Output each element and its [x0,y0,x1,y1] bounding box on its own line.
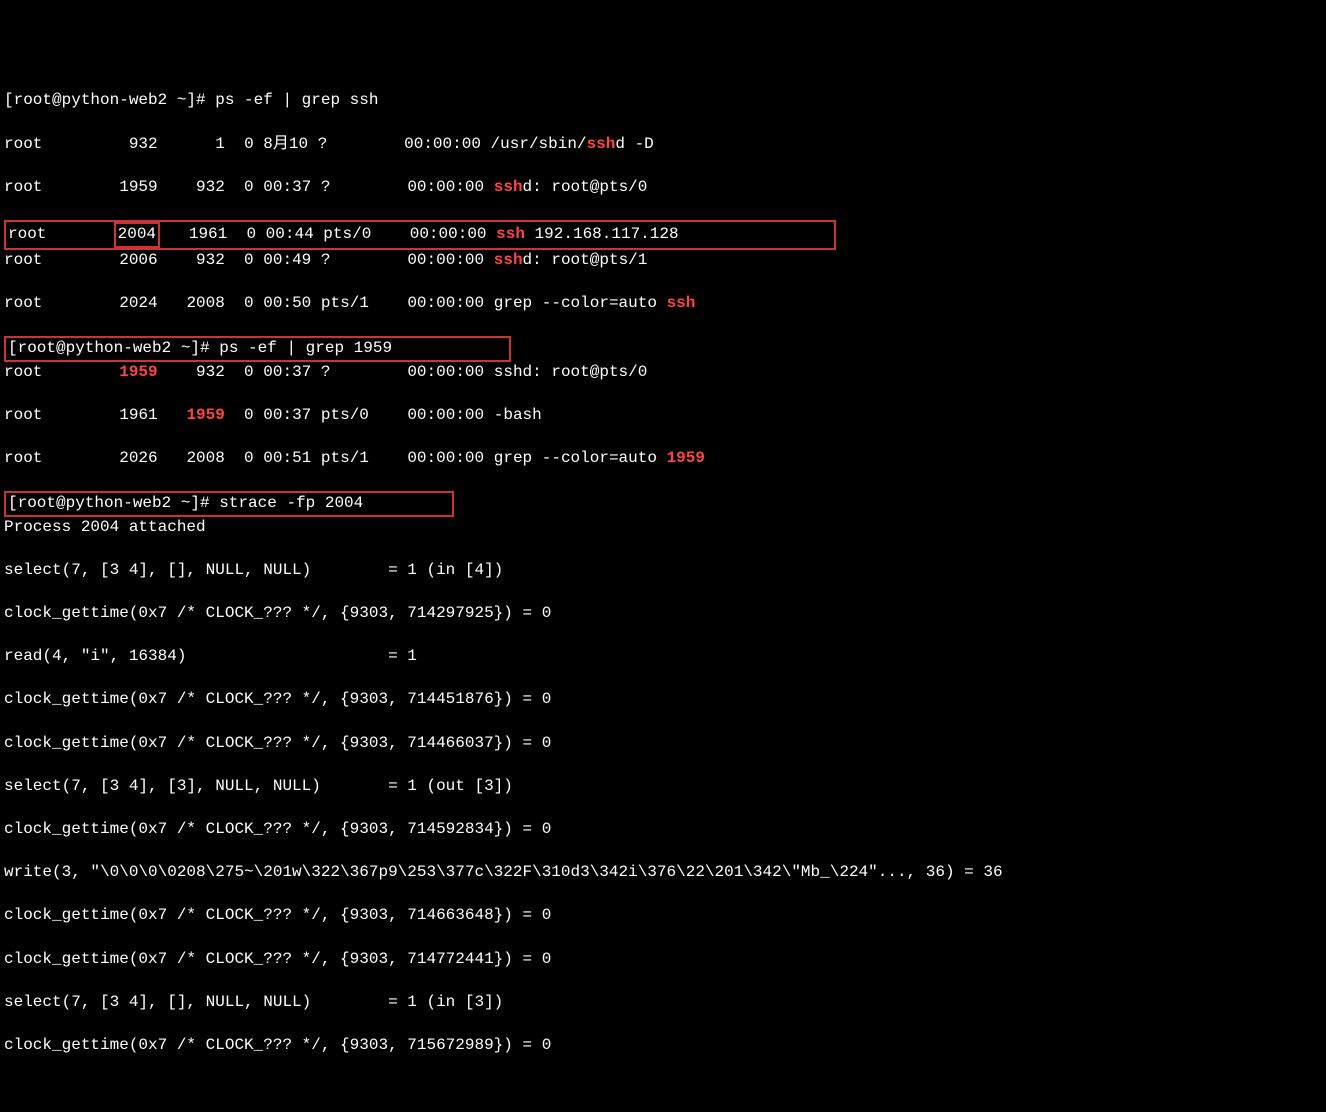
highlighted-command: [root@python-web2 ~]# strace -fp 2004 [4,491,454,517]
strace-output: clock_gettime(0x7 /* CLOCK_??? */, {9303… [4,603,1322,625]
prompt-line-1[interactable]: [root@python-web2 ~]# ps -ef | grep ssh [4,90,1322,112]
command-text: strace -fp 2004 [219,494,363,512]
strace-output: read(4, "i", 16384) = 1 [4,646,1322,668]
strace-output: clock_gettime(0x7 /* CLOCK_??? */, {9303… [4,819,1322,841]
highlighted-command: [root@python-web2 ~]# ps -ef | grep 1959 [4,336,511,362]
strace-output: select(7, [3 4], [], NULL, NULL) = 1 (in… [4,992,1322,1014]
match-highlight: ssh [496,225,525,243]
shell-prompt: [root@python-web2 ~]# [8,494,219,512]
ps-row: root 1959 932 0 00:37 ? 00:00:00 sshd: r… [4,362,1322,384]
ps-row: root 2006 932 0 00:49 ? 00:00:00 sshd: r… [4,250,1322,272]
match-highlight: 1959 [119,363,157,381]
match-highlight: 1959 [667,449,705,467]
match-highlight: ssh [494,251,523,269]
strace-output: clock_gettime(0x7 /* CLOCK_??? */, {9303… [4,1035,1322,1057]
match-highlight: ssh [587,135,616,153]
strace-output: clock_gettime(0x7 /* CLOCK_??? */, {9303… [4,905,1322,927]
strace-output: clock_gettime(0x7 /* CLOCK_??? */, {9303… [4,949,1322,971]
ps-row: root 932 1 0 8月10 ? 00:00:00 /usr/sbin/s… [4,134,1322,156]
match-highlight: ssh [667,294,696,312]
ps-row: root 1959 932 0 00:37 ? 00:00:00 sshd: r… [4,177,1322,199]
ps-row: root 1961 1959 0 00:37 pts/0 00:00:00 -b… [4,405,1322,427]
strace-output: clock_gettime(0x7 /* CLOCK_??? */, {9303… [4,733,1322,755]
command-text: ps -ef | grep 1959 [219,339,392,357]
shell-prompt: [root@python-web2 ~]# [4,91,215,109]
ps-row: root 2024 2008 0 00:50 pts/1 00:00:00 gr… [4,293,1322,315]
command-text: ps -ef | grep ssh [215,91,378,109]
strace-output: select(7, [3 4], [3], NULL, NULL) = 1 (o… [4,776,1322,798]
match-highlight: 1959 [186,406,224,424]
strace-output: write(3, "\0\0\0\0208\275~\201w\322\367p… [4,862,1322,884]
highlighted-pid: 2004 [114,222,160,248]
strace-output: select(7, [3 4], [], NULL, NULL) = 1 (in… [4,560,1322,582]
shell-prompt: [root@python-web2 ~]# [8,339,219,357]
strace-output: Process 2004 attached [4,517,1322,539]
match-highlight: ssh [494,178,523,196]
ps-row: root 2026 2008 0 00:51 pts/1 00:00:00 gr… [4,448,1322,470]
highlighted-row: root 2004 1961 0 00:44 pts/0 00:00:00 ss… [4,220,836,250]
strace-output: clock_gettime(0x7 /* CLOCK_??? */, {9303… [4,689,1322,711]
